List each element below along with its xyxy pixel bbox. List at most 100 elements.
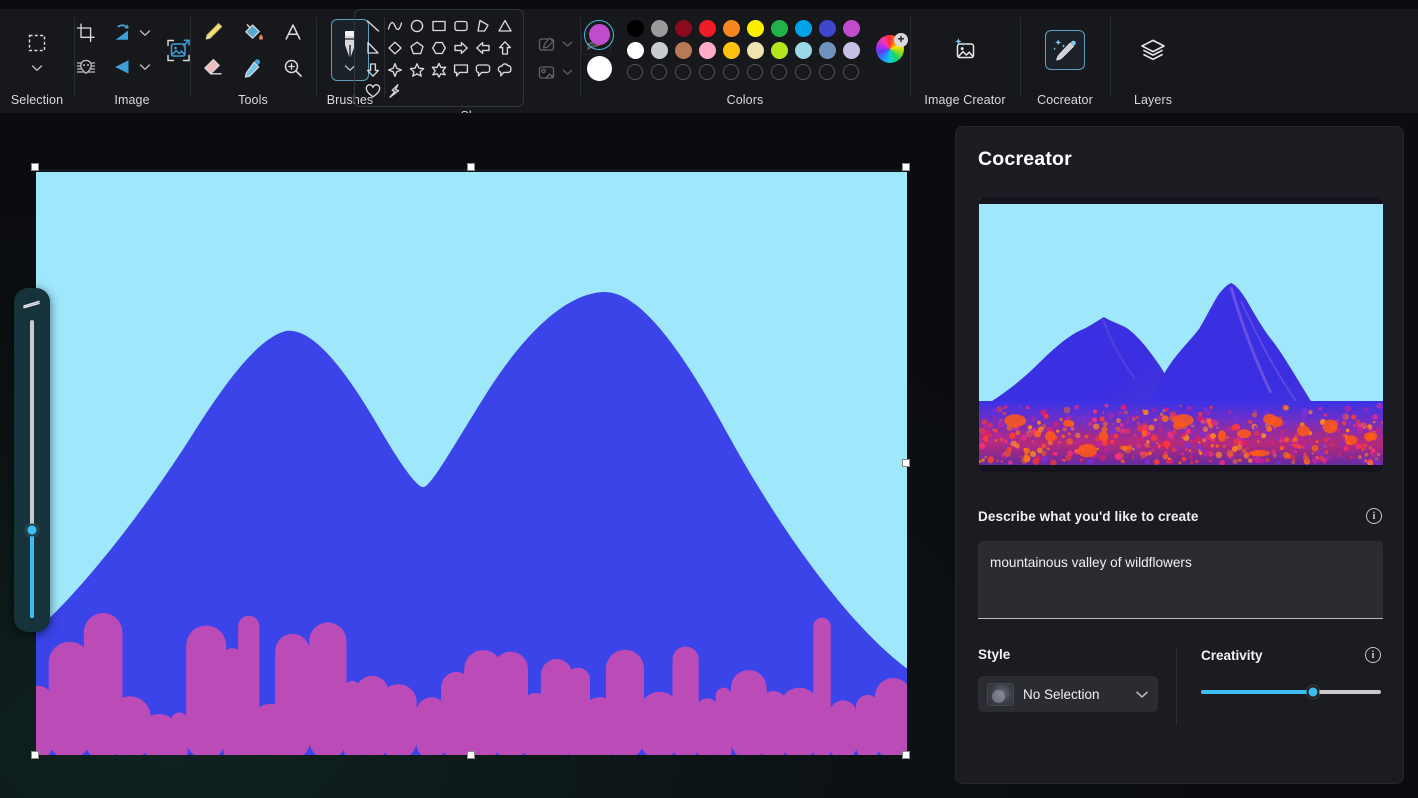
- five-point-star-shape-button[interactable]: [407, 60, 427, 80]
- color-swatch-r2-c7[interactable]: [770, 41, 788, 59]
- creativity-slider[interactable]: [1201, 685, 1381, 699]
- color-swatch-r2-c3[interactable]: [674, 41, 692, 59]
- color-swatch-r2-c2[interactable]: [650, 41, 668, 59]
- creativity-slider-knob[interactable]: [1306, 685, 1320, 699]
- six-point-star-shape-button[interactable]: [429, 60, 449, 80]
- color-swatch-r1-c6[interactable]: [746, 19, 764, 37]
- shape-outline-button[interactable]: [534, 33, 560, 55]
- color-swatch-r3-c5[interactable]: [723, 64, 739, 80]
- rotate-button[interactable]: [105, 16, 139, 50]
- prompt-input[interactable]: [978, 541, 1383, 619]
- color-swatch-r3-c1[interactable]: [627, 64, 643, 80]
- prompt-info-icon[interactable]: i: [1366, 508, 1382, 524]
- up-arrow-shape-button[interactable]: [495, 38, 515, 58]
- selection-dropdown-button[interactable]: [20, 61, 54, 75]
- triangle-shape-button[interactable]: [495, 16, 515, 36]
- rounded-callout-shape-button[interactable]: [473, 60, 493, 80]
- oval-shape-button[interactable]: [407, 16, 427, 36]
- canvas-handle-top-center[interactable]: [467, 163, 475, 171]
- secondary-color-swatch[interactable]: [586, 55, 612, 81]
- magnifier-button[interactable]: [276, 51, 310, 85]
- cocreator-button[interactable]: [1033, 17, 1097, 83]
- primary-color-swatch[interactable]: [584, 19, 614, 50]
- diamond-shape-button[interactable]: [385, 38, 405, 58]
- flip-button[interactable]: [105, 50, 139, 84]
- rectangle-shape-button[interactable]: [429, 16, 449, 36]
- flower-speck: [1311, 445, 1319, 452]
- brush-size-flyout[interactable]: [14, 288, 50, 632]
- lightning-shape-button[interactable]: [385, 81, 405, 101]
- color-picker-button[interactable]: [236, 51, 270, 85]
- color-swatch-r3-c8[interactable]: [795, 64, 811, 80]
- flower-speck: [1010, 440, 1017, 447]
- color-swatch-r3-c7[interactable]: [771, 64, 787, 80]
- curve-shape-button[interactable]: [385, 16, 405, 36]
- hexagon-shape-button[interactable]: [429, 38, 449, 58]
- brush-size-slider-knob[interactable]: [25, 523, 39, 537]
- color-swatch-r1-c7[interactable]: [770, 19, 788, 37]
- edit-colors-button[interactable]: +: [876, 33, 908, 65]
- image-creator-button[interactable]: [933, 17, 997, 83]
- color-swatch-r1-c2[interactable]: [650, 19, 668, 37]
- right-triangle-shape-button[interactable]: [363, 38, 383, 58]
- color-swatch-r1-c3[interactable]: [674, 19, 692, 37]
- rotate-dropdown-button[interactable]: [139, 29, 151, 37]
- color-swatch-r1-c9[interactable]: [818, 19, 836, 37]
- rounded-rectangle-shape-button[interactable]: [451, 16, 471, 36]
- line-shape-button[interactable]: [363, 16, 383, 36]
- shape-fill-button[interactable]: [534, 61, 560, 83]
- crop-button[interactable]: [69, 16, 103, 50]
- color-swatch-r3-c6[interactable]: [747, 64, 763, 80]
- brush-size-slider[interactable]: [25, 320, 39, 618]
- color-swatch-r2-c9[interactable]: [818, 41, 836, 59]
- color-swatch-r1-c4[interactable]: [698, 19, 716, 37]
- color-swatch-r3-c2[interactable]: [651, 64, 667, 80]
- pentagon-shape-button[interactable]: [407, 38, 427, 58]
- layers-button[interactable]: [1121, 17, 1185, 83]
- canvas-handle-bottom-center[interactable]: [467, 751, 475, 759]
- color-swatch-r3-c9[interactable]: [819, 64, 835, 80]
- polygon-shape-button[interactable]: [473, 16, 493, 36]
- color-swatch-r2-c8[interactable]: [794, 41, 812, 59]
- color-swatch-r1-c8[interactable]: [794, 19, 812, 37]
- drawing-canvas[interactable]: [36, 169, 907, 755]
- color-swatch-r2-c6[interactable]: [746, 41, 764, 59]
- color-swatch-r3-c10[interactable]: [843, 64, 859, 80]
- shape-outline-dropdown-icon[interactable]: [562, 40, 573, 48]
- drag-handle-icon[interactable]: [22, 298, 42, 310]
- style-chevron-down-icon[interactable]: [1135, 690, 1149, 699]
- four-point-star-shape-button[interactable]: [385, 60, 405, 80]
- color-swatch-r3-c4[interactable]: [699, 64, 715, 80]
- left-arrow-shape-button[interactable]: [473, 38, 493, 58]
- style-dropdown[interactable]: No Selection: [978, 676, 1158, 712]
- cloud-callout-shape-button[interactable]: [495, 60, 515, 80]
- color-swatch-r2-c4[interactable]: [698, 41, 716, 59]
- canvas-handle-bottom-left[interactable]: [31, 751, 39, 759]
- color-swatch-r1-c5[interactable]: [722, 19, 740, 37]
- creativity-info-icon[interactable]: i: [1365, 647, 1381, 663]
- color-swatch-r1-c10[interactable]: [842, 19, 860, 37]
- right-arrow-shape-button[interactable]: [451, 38, 471, 58]
- paint-bucket-button[interactable]: [236, 15, 270, 49]
- shape-fill-dropdown-icon[interactable]: [562, 68, 573, 76]
- color-swatch-r3-c3[interactable]: [675, 64, 691, 80]
- color-swatch-r2-c1[interactable]: [626, 41, 644, 59]
- down-arrow-shape-button[interactable]: [363, 60, 383, 80]
- transparent-background-button[interactable]: [69, 50, 103, 84]
- generated-image-preview[interactable]: [979, 197, 1383, 472]
- color-swatch-r1-c1[interactable]: [626, 19, 644, 37]
- canvas-handle-top-right[interactable]: [902, 163, 910, 171]
- color-swatch-r2-c5[interactable]: [722, 41, 740, 59]
- canvas-handle-bottom-right[interactable]: [902, 751, 910, 759]
- rectangular-callout-shape-button[interactable]: [451, 60, 471, 80]
- flower-speck: [1153, 418, 1157, 422]
- canvas-handle-top-left[interactable]: [31, 163, 39, 171]
- heart-shape-button[interactable]: [363, 81, 383, 101]
- pencil-button[interactable]: [196, 15, 230, 49]
- text-button[interactable]: [276, 15, 310, 49]
- eraser-button[interactable]: [196, 51, 230, 85]
- rectangular-selection-button[interactable]: [20, 26, 54, 60]
- color-swatch-r2-c10[interactable]: [842, 41, 860, 59]
- flip-dropdown-button[interactable]: [139, 63, 151, 71]
- canvas-handle-middle-right[interactable]: [902, 459, 910, 467]
